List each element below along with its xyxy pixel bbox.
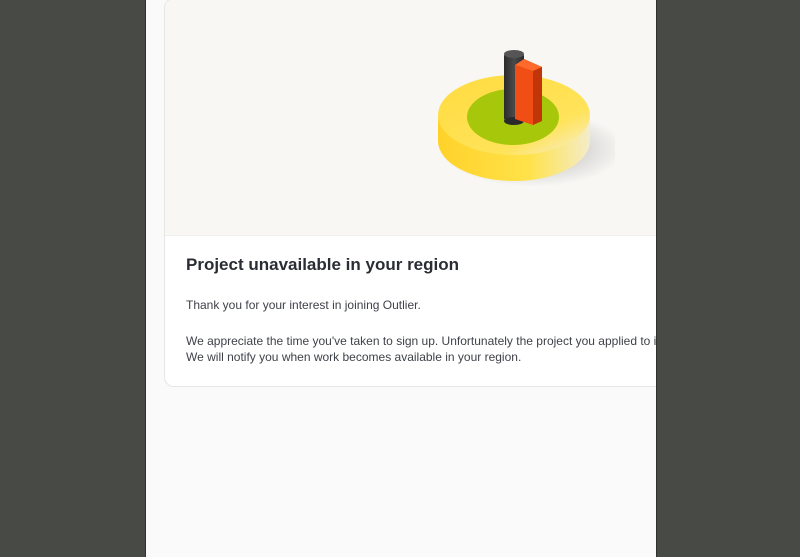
flag-on-target-icon [438, 50, 615, 187]
thanks-text: Thank you for your interest in joining O… [186, 298, 421, 312]
card-hero [165, 0, 656, 236]
region-unavailable-card: Project unavailable in your region Thank… [164, 0, 657, 387]
message-line-1: We appreciate the time you've taken to s… [186, 334, 657, 348]
card-title: Project unavailable in your region [186, 255, 460, 274]
message-line-2: We will notify you when work becomes ava… [186, 350, 522, 364]
screen-backdrop: Project unavailable in your region Thank… [0, 0, 800, 557]
main-panel: Project unavailable in your region Thank… [145, 0, 657, 557]
